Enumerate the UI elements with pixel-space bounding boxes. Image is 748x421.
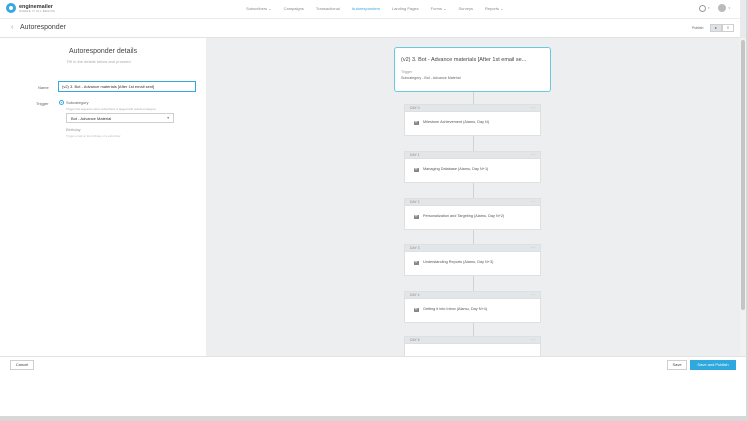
birthday-option-label[interactable]: Birthday — [66, 127, 81, 132]
name-input[interactable] — [58, 81, 196, 92]
day-header: DAY 4 ··· — [404, 291, 541, 299]
envelope-icon — [414, 168, 419, 172]
subcategory-radio[interactable] — [59, 100, 64, 105]
day-header: DAY 5 ··· — [404, 336, 541, 344]
email-card[interactable]: Managing Database (Alamu, Day N+1) — [404, 159, 541, 183]
chevron-down-icon: ⌄ — [500, 6, 504, 11]
subcategory-option-label: Subcategory — [66, 100, 89, 105]
action-bar: Cancel Save Save and Publish — [0, 356, 748, 372]
chevron-down-icon: ⌄ — [443, 6, 447, 11]
empty-area — [0, 372, 748, 421]
list-view-toggle[interactable]: ≡ — [722, 24, 734, 32]
more-icon[interactable]: ··· — [531, 152, 537, 157]
chevron-down-icon: ▾ — [707, 6, 710, 10]
page-header: ‹ Autoresponder Publish ▸ ≡ — [0, 19, 740, 38]
trigger-card-title: (v2) 3. Bot - Advance materials [After 1… — [401, 57, 527, 63]
window-edge — [0, 416, 748, 421]
subcategory-help: Trigger this sequence when subscribers i… — [66, 107, 156, 111]
publish-label: Publish — [692, 26, 704, 30]
envelope-icon — [414, 215, 419, 219]
envelope-icon — [414, 261, 419, 265]
day-group: DAY 0 ··· Milestone Achievement (Alamu, … — [404, 104, 541, 136]
day-group: DAY 1 ··· Managing Database (Alamu, Day … — [404, 151, 541, 183]
day-group: DAY 3 ··· Understanding Reports (Alamu, … — [404, 244, 541, 276]
back-arrow-icon[interactable]: ‹ — [11, 24, 13, 32]
nav-item-label: Reports — [484, 6, 499, 11]
birthday-help: Trigger email on the birthday of a subsc… — [66, 134, 121, 138]
nav-utilities: ▾ ▾ — [698, 4, 730, 12]
globe-icon[interactable] — [698, 4, 706, 12]
day-label: DAY 5 — [410, 338, 420, 342]
day-label: DAY 2 — [410, 200, 420, 204]
more-icon[interactable]: ··· — [531, 199, 537, 204]
trigger-card-value: Subcategory - Bot - Advance Material — [401, 76, 461, 80]
scroll-thumb[interactable] — [741, 40, 745, 310]
chevron-down-icon: ▾ — [728, 6, 730, 10]
nav-item-campaigns[interactable]: Campaigns — [284, 6, 304, 11]
flow-canvas[interactable]: (v2) 3. Bot - Advance materials [After 1… — [206, 38, 740, 356]
save-and-publish-button[interactable]: Save and Publish — [690, 360, 736, 370]
day-group: DAY 4 ··· Getting it into Inbox (Alamu, … — [404, 291, 541, 323]
day-group: DAY 5 ··· — [404, 336, 541, 356]
email-card[interactable]: Getting it into Inbox (Alamu, Day N+4) — [404, 299, 541, 323]
trigger-label: Trigger — [36, 101, 49, 106]
trigger-card[interactable]: (v2) 3. Bot - Advance materials [After 1… — [394, 47, 551, 92]
day-header: DAY 2 ··· — [404, 198, 541, 206]
day-label: DAY 0 — [410, 106, 420, 110]
subcategory-value: Bot - Advance Material — [71, 116, 112, 121]
email-title: Understanding Reports (Alamu, Day N+3) — [423, 260, 494, 264]
more-icon[interactable]: ··· — [531, 245, 537, 250]
email-card[interactable]: Milestone Achievement (Alamu, Day N) — [404, 112, 541, 136]
details-title: Autoresponder details — [69, 48, 138, 55]
email-card[interactable] — [404, 344, 541, 356]
envelope-icon — [414, 308, 419, 312]
nav-item-label: Forms — [430, 6, 443, 11]
day-header: DAY 3 ··· — [404, 244, 541, 252]
more-icon[interactable]: ··· — [531, 337, 537, 342]
name-label: Name — [38, 85, 49, 90]
save-button[interactable]: Save — [667, 360, 687, 370]
nav-item-autoresponders[interactable]: Autoresponders — [352, 6, 380, 11]
brand-tagline: WHERE IT ALL BEGINS — [19, 8, 56, 13]
view-toggle: ▸ ≡ — [710, 24, 734, 32]
day-label: DAY 4 — [410, 293, 420, 297]
flow-view-toggle[interactable]: ▸ — [710, 24, 722, 32]
avatar[interactable] — [718, 4, 727, 12]
day-group: DAY 2 ··· Personalization and Targeting … — [404, 198, 541, 230]
day-header: DAY 0 ··· — [404, 104, 541, 112]
logo-icon — [6, 3, 16, 13]
email-card[interactable]: Personalization and Targeting (Alamu, Da… — [404, 206, 541, 230]
details-subtitle: Fill in the details below and proceed — [67, 59, 131, 64]
more-icon[interactable]: ··· — [531, 105, 537, 110]
top-navigation: enginemailer WHERE IT ALL BEGINS Subscri… — [0, 0, 740, 19]
cancel-button[interactable]: Cancel — [10, 360, 34, 370]
day-label: DAY 1 — [410, 153, 420, 157]
details-panel: Autoresponder details Fill in the detail… — [0, 38, 206, 356]
nav-item-forms[interactable]: Forms ⌄ — [431, 6, 447, 11]
nav-item-surveys[interactable]: Surveys — [459, 6, 473, 11]
trigger-card-label: Trigger — [401, 70, 413, 74]
envelope-icon — [414, 121, 419, 125]
email-title: Personalization and Targeting (Alamu, Da… — [423, 214, 505, 218]
email-card[interactable]: Understanding Reports (Alamu, Day N+3) — [404, 252, 541, 276]
nav-item-landing-pages[interactable]: Landing Pages — [392, 6, 419, 11]
main-nav: Subscribers ⌄ Campaigns Transactional Au… — [246, 6, 515, 11]
day-header: DAY 1 ··· — [404, 151, 541, 159]
more-icon[interactable]: ··· — [531, 292, 537, 297]
nav-item-subscribers[interactable]: Subscribers ⌄ — [246, 6, 272, 11]
nav-item-transactional[interactable]: Transactional — [316, 6, 340, 11]
chevron-down-icon: ⌄ — [268, 6, 272, 11]
caret-down-icon: ▾ — [167, 116, 169, 120]
email-title: Getting it into Inbox (Alamu, Day N+4) — [423, 307, 488, 311]
page-title: Autoresponder — [20, 24, 66, 31]
email-title: Managing Database (Alamu, Day N+1) — [423, 167, 489, 171]
day-label: DAY 3 — [410, 246, 420, 250]
email-title: Milestone Achievement (Alamu, Day N) — [423, 120, 490, 124]
brand-logo[interactable]: enginemailer WHERE IT ALL BEGINS — [6, 3, 55, 13]
logo-wordmark: enginemailer WHERE IT ALL BEGINS — [19, 4, 55, 13]
nav-item-label: Subscribers — [246, 6, 268, 11]
nav-item-reports[interactable]: Reports ⌄ — [485, 6, 504, 11]
subcategory-select[interactable]: Bot - Advance Material ▾ — [66, 113, 174, 123]
